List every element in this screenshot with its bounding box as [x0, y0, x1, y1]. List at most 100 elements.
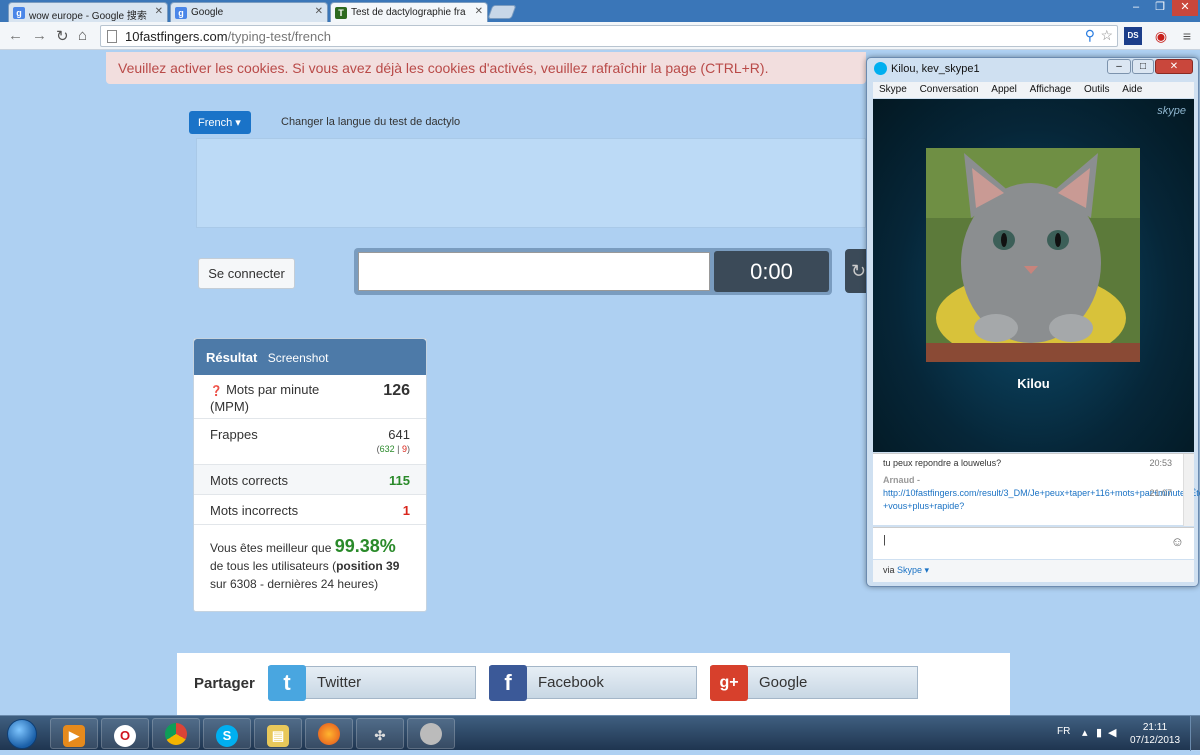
windows-taskbar: ▶ O S ▤ ✣ FR ▴ ▮ ◀ 21:11 07/12/2013 [0, 715, 1200, 751]
tab-close-icon[interactable]: ✕ [315, 6, 323, 17]
taskbar-opera[interactable]: O [101, 718, 149, 749]
volume-icon[interactable]: ◀ [1108, 726, 1116, 739]
via-skype-dropdown[interactable]: Skype ▾ [897, 565, 929, 575]
percentile-value: 99.38% [334, 536, 396, 556]
tab-google[interactable]: g Google ✕ [170, 2, 328, 22]
window-close-button[interactable]: ✕ [1172, 0, 1198, 16]
browser-menu-icon[interactable]: ≡ [1178, 27, 1196, 45]
menu-affichage[interactable]: Affichage [1030, 84, 1072, 95]
menu-conversation[interactable]: Conversation [920, 84, 979, 95]
position-value: position 39 [336, 559, 400, 573]
taskbar-disc-app[interactable] [407, 718, 455, 749]
skype-minimize-button[interactable]: – [1107, 59, 1131, 74]
language-change-label: Changer la langue du test de dactylo [281, 116, 461, 128]
skype-window-title: Kilou, kev_skype1 [891, 63, 980, 75]
keystrokes-label: Frappes [210, 427, 258, 442]
skype-restore-button[interactable]: □ [1132, 59, 1154, 74]
url-domain: 10fastfingers.com [125, 29, 228, 44]
window-minimize-button[interactable]: – [1124, 0, 1148, 16]
tab-close-icon[interactable]: ✕ [155, 6, 163, 17]
wpm-label: Mots par minute (MPM) [210, 382, 320, 414]
share-google-button[interactable]: g+ Google [710, 665, 918, 701]
skype-taskbar-icon: S [216, 725, 238, 747]
clock-time: 21:11 [1142, 722, 1168, 733]
window-restore-button[interactable]: ❐ [1148, 0, 1172, 16]
skype-chat-history: tu peux repondre a louwelus? 20:53 Arnau… [873, 453, 1200, 526]
start-button[interactable] [2, 716, 42, 751]
taskbar-chrome[interactable] [152, 718, 200, 749]
tab-close-icon[interactable]: ✕ [475, 6, 483, 17]
menu-outils[interactable]: Outils [1084, 84, 1110, 95]
skype-close-button[interactable]: ✕ [1155, 59, 1193, 74]
share-bar: Partager t Twitter f Facebook g+ Google [177, 653, 1010, 715]
language-dropdown-button[interactable]: French ▾ [189, 111, 251, 134]
ranking-summary: Vous êtes meilleur que 99.38% de tous le… [194, 525, 426, 605]
correct-words-label: Mots corrects [210, 473, 289, 488]
site-favicon-icon: T [335, 7, 347, 19]
home-icon[interactable]: ⌂ [78, 27, 87, 44]
taskbar-skype[interactable]: S [203, 718, 251, 749]
extension-record-icon[interactable]: ◉ [1152, 27, 1170, 45]
twitter-icon: t [268, 665, 306, 701]
tab-typing-test[interactable]: T Test de dactylographie fra ✕ [330, 2, 488, 22]
wpm-value: 126 [383, 382, 410, 399]
menu-appel[interactable]: Appel [991, 84, 1017, 95]
network-icon[interactable]: ▮ [1096, 726, 1102, 739]
screenshot-link[interactable]: Screenshot [268, 351, 329, 365]
emoticon-icon[interactable]: ☺ [1171, 534, 1184, 549]
forward-arrow-icon[interactable]: → [32, 27, 47, 44]
skype-logo: skype [1157, 105, 1186, 117]
chat-message: tu peux repondre a louwelus? [883, 458, 1002, 468]
tray-arrow-icon[interactable]: ▴ [1082, 726, 1088, 739]
taskbar-media-player[interactable]: ▶ [50, 718, 98, 749]
via-label: via [883, 565, 895, 575]
contact-avatar[interactable] [926, 148, 1140, 362]
wrong-words-row: Mots incorrects 1 [194, 495, 426, 525]
help-question-icon[interactable]: ❓ [210, 386, 222, 397]
result-title: Résultat [206, 350, 258, 365]
tab-wow-europe[interactable]: g wow europe - Google 搜索 ✕ [8, 2, 168, 22]
reload-icon: ↻ [851, 261, 867, 281]
browser-toolbar: ← → ↻ ⌂ 10fastfingers.com/typing-test/fr… [0, 22, 1200, 50]
summary-prefix: Vous êtes meilleur que [210, 541, 332, 555]
input-language[interactable]: FR [1057, 726, 1070, 737]
result-header: Résultat Screenshot [194, 339, 426, 375]
taskbar-app[interactable]: ✣ [356, 718, 404, 749]
new-tab-button[interactable] [487, 5, 517, 19]
tab-title: wow europe - Google 搜索 [29, 11, 147, 22]
chat-scrollbar[interactable] [1183, 454, 1194, 526]
login-button[interactable]: Se connecter [198, 258, 295, 289]
bookmark-star-icon[interactable]: ☆ [1100, 27, 1113, 44]
skype-menubar: Skype Conversation Appel Affichage Outil… [873, 82, 1194, 98]
share-twitter-button[interactable]: t Twitter [268, 665, 476, 701]
correct-words-value: 115 [389, 473, 410, 488]
back-arrow-icon[interactable]: ← [8, 27, 23, 44]
page-icon [107, 30, 117, 43]
typing-input[interactable] [358, 252, 710, 291]
share-facebook-button[interactable]: f Facebook [489, 665, 697, 701]
google-favicon-icon: g [13, 7, 25, 19]
address-bar[interactable]: 10fastfingers.com/typing-test/french ⚲ ☆ [100, 25, 1118, 47]
chat-sender: Arnaud - [883, 475, 920, 485]
facebook-label: Facebook [538, 674, 604, 691]
skype-message-input[interactable]: | ☺ [873, 527, 1194, 559]
clock-date: 07/12/2013 [1129, 735, 1181, 746]
google-plus-icon: g+ [710, 665, 748, 701]
keystrokes-row: Frappes 641 (632 | 9) [194, 419, 426, 465]
skype-titlebar: Kilou, kev_skype1 – □ ✕ [867, 58, 1198, 80]
skype-contact-panel: skype Kilou [873, 99, 1194, 452]
menu-aide[interactable]: Aide [1122, 84, 1142, 95]
taskbar-explorer[interactable]: ▤ [254, 718, 302, 749]
menu-skype[interactable]: Skype [879, 84, 907, 95]
show-desktop-button[interactable] [1190, 716, 1200, 751]
system-clock[interactable]: 21:11 07/12/2013 [1125, 721, 1185, 747]
wrong-words-label: Mots incorrects [210, 503, 299, 518]
translate-icon[interactable]: ⚲ [1085, 27, 1095, 44]
url-path: /typing-test/french [227, 29, 331, 44]
google-favicon-icon: g [175, 7, 187, 19]
text-cursor: | [883, 534, 886, 546]
reload-icon[interactable]: ↻ [56, 27, 69, 45]
taskbar-firefox[interactable] [305, 718, 353, 749]
chat-link[interactable]: http://10fastfingers.com/result/3_DM/Je+… [883, 487, 1200, 513]
extension-ds-icon[interactable]: DS [1124, 27, 1142, 45]
